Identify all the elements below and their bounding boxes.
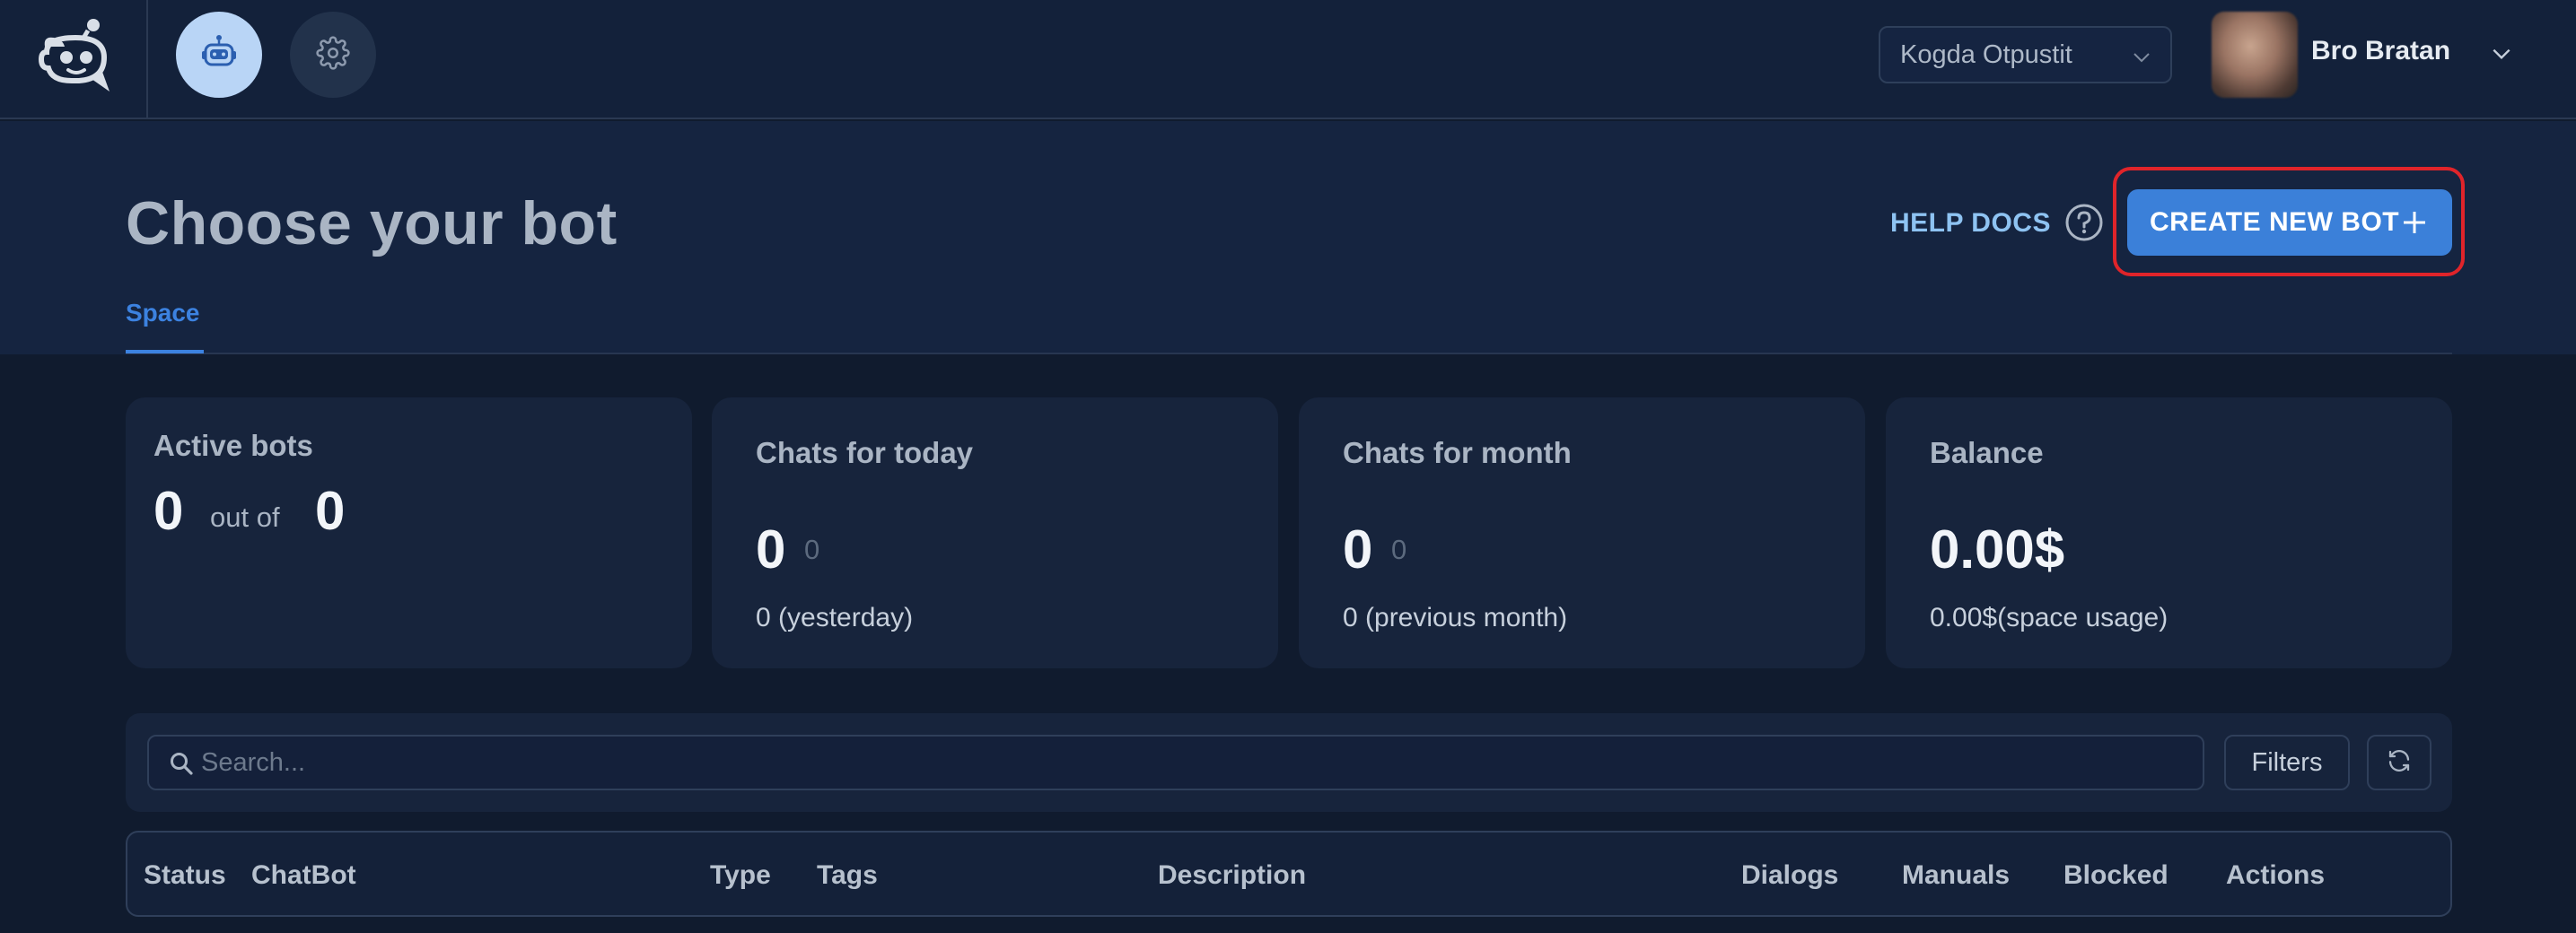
out-of-label: out of xyxy=(210,501,280,533)
robot-icon xyxy=(199,33,239,77)
card-title: Active bots xyxy=(153,429,313,462)
chats-previous-month: 0 (previous month) xyxy=(1343,603,1568,632)
search-icon xyxy=(169,751,194,780)
search-input[interactable] xyxy=(201,737,2176,789)
avatar[interactable] xyxy=(2212,12,2298,98)
page-title: Choose your bot xyxy=(126,189,618,257)
chevron-down-icon[interactable] xyxy=(2490,42,2513,70)
column-chatbot[interactable]: ChatBot xyxy=(251,860,356,891)
gear-icon xyxy=(316,35,350,74)
tab-active-indicator xyxy=(126,350,204,353)
top-bar-divider xyxy=(146,0,148,119)
user-name[interactable]: Bro Bratan xyxy=(2311,36,2450,66)
refresh-icon xyxy=(2386,747,2413,779)
chats-month-delta: 0 xyxy=(1391,534,1407,565)
app-logo-icon[interactable] xyxy=(36,16,118,99)
stat-card-chats-month: Chats for month 0 0 0 (previous month) xyxy=(1299,397,1865,668)
column-tags[interactable]: Tags xyxy=(817,860,878,891)
card-title: Chats for today xyxy=(756,436,974,469)
create-new-bot-label: CREATE NEW BOT xyxy=(2150,207,2400,237)
stat-card-chats-today: Chats for today 0 0 0 (yesterday) xyxy=(712,397,1278,668)
stat-card-active-bots: Active bots 0 out of 0 xyxy=(126,397,692,668)
balance-value: 0.00$ xyxy=(1930,519,2065,580)
column-type[interactable]: Type xyxy=(710,860,771,891)
chevron-down-icon xyxy=(2131,46,2152,75)
help-circle-icon[interactable] xyxy=(2064,203,2104,247)
filters-button[interactable]: Filters xyxy=(2224,735,2350,790)
column-status[interactable]: Status xyxy=(144,860,226,891)
help-docs-link[interactable]: HELP DOCS xyxy=(1890,208,2051,239)
card-title: Chats for month xyxy=(1343,436,1572,469)
bots-nav-button[interactable] xyxy=(176,12,262,98)
tab-divider xyxy=(126,353,2452,354)
chats-today-delta: 0 xyxy=(804,534,820,565)
space-usage: 0.00$(space usage) xyxy=(1930,603,2169,632)
column-description[interactable]: Description xyxy=(1158,860,1306,891)
chats-month-count: 0 xyxy=(1343,519,1373,580)
column-blocked[interactable]: Blocked xyxy=(2063,860,2169,891)
tab-space[interactable]: Space xyxy=(126,299,200,327)
chats-today-count: 0 xyxy=(756,519,786,580)
workspace-select-value: Kogda Otpustit xyxy=(1900,39,2072,69)
settings-nav-button[interactable] xyxy=(290,12,376,98)
search-field[interactable] xyxy=(147,735,2204,790)
column-dialogs[interactable]: Dialogs xyxy=(1741,860,1838,891)
total-bots-count: 0 xyxy=(315,481,346,541)
chats-yesterday: 0 (yesterday) xyxy=(756,603,914,632)
workspace-select[interactable]: Kogda Otpustit xyxy=(1879,26,2172,83)
card-title: Balance xyxy=(1930,436,2044,469)
plus-icon xyxy=(2402,210,2427,242)
stat-card-balance: Balance 0.00$ 0.00$(space usage) xyxy=(1886,397,2452,668)
active-bots-count: 0 xyxy=(153,481,184,541)
refresh-button[interactable] xyxy=(2367,735,2431,790)
column-actions[interactable]: Actions xyxy=(2226,860,2325,891)
column-manuals[interactable]: Manuals xyxy=(1902,860,2010,891)
create-new-bot-button[interactable]: CREATE NEW BOT xyxy=(2127,189,2452,256)
top-bar: Kogda Otpustit Bro Bratan xyxy=(0,0,2576,119)
